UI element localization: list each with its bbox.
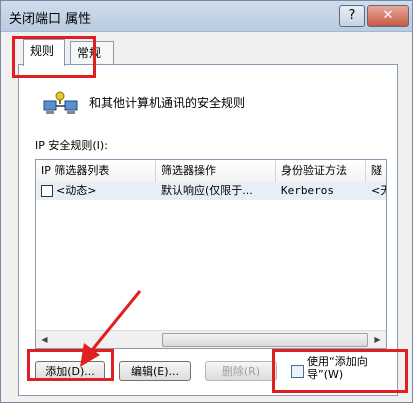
tab-rules[interactable]: 规则: [23, 39, 65, 66]
table-row[interactable]: <动态> 默认响应(仅限于... Kerberos <无: [36, 182, 386, 200]
column-filter-action[interactable]: 筛选器操作: [156, 160, 276, 182]
delete-button[interactable]: 删除(R): [205, 361, 277, 381]
properties-dialog: 关闭端口 属性 ? ✕ 规则 常规 和其他计算机通讯的安全规则 IP 安全规则(…: [0, 0, 413, 403]
list-header: IP 筛选器列表 筛选器操作 身份验证方法 隧: [36, 160, 386, 183]
rule-checkbox[interactable]: [41, 185, 53, 197]
scroll-thumb[interactable]: [162, 333, 368, 347]
network-computers-icon: [43, 91, 78, 114]
close-button[interactable]: ✕: [367, 5, 409, 27]
rules-label: IP 安全规则(I):: [35, 139, 108, 152]
scroll-left-icon[interactable]: ◀: [36, 331, 53, 348]
cell-filter: <动态>: [56, 184, 97, 197]
cell-action: 默认响应(仅限于...: [161, 184, 253, 197]
column-auth-method[interactable]: 身份验证方法: [276, 160, 366, 182]
cell-tunnel: <无: [371, 184, 386, 197]
use-wizard-checkbox[interactable]: [291, 365, 304, 378]
description-text: 和其他计算机通讯的安全规则: [89, 96, 246, 110]
red-arrow-icon: [80, 290, 142, 367]
column-tunnel[interactable]: 隧: [366, 160, 386, 182]
cell-auth: Kerberos: [281, 184, 334, 197]
tab-general[interactable]: 常规: [70, 41, 114, 64]
scroll-right-icon[interactable]: ▶: [369, 331, 386, 348]
help-button[interactable]: ?: [339, 5, 365, 27]
column-filter-list[interactable]: IP 筛选器列表: [36, 160, 156, 182]
use-wizard-label[interactable]: 使用“添加向导”(W): [307, 355, 387, 381]
window-title: 关闭端口 属性: [9, 12, 92, 27]
title-bar: 关闭端口 属性 ? ✕: [1, 1, 412, 32]
